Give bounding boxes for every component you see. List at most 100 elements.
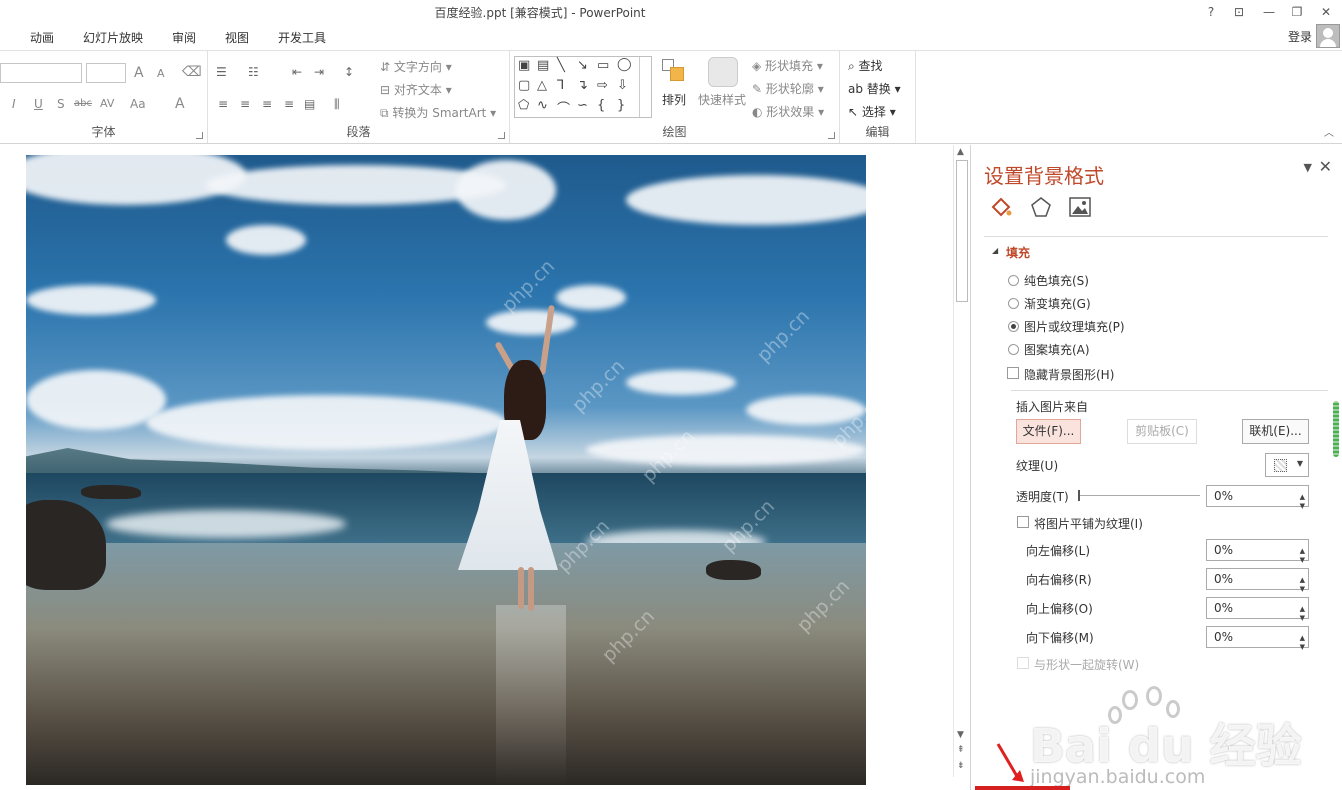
shapes-gallery[interactable]: ▣ ▤ ╲ ↘ ▭ ◯ ▢ △ ⅂ ↴ ⇨ ⇩ ⬠ ∿ ⌒ ∽ { }	[514, 56, 652, 118]
spin-down-icon[interactable]: ▼	[1300, 637, 1305, 657]
char-spacing-button[interactable]: AV	[100, 97, 114, 110]
login-link[interactable]: 登录	[1288, 28, 1312, 45]
gradient-fill-label[interactable]: 渐变填充(G)	[1024, 295, 1091, 312]
pane-options-icon[interactable]: ▼	[1304, 161, 1312, 174]
fill-tab-icon[interactable]	[989, 195, 1013, 219]
columns-icon[interactable]: ⫼	[334, 97, 340, 112]
underline-button[interactable]: U	[34, 97, 43, 111]
solid-fill-radio[interactable]	[1008, 275, 1019, 286]
triangle-shape-icon[interactable]: △	[537, 78, 547, 93]
elbow-arrow-shape-icon[interactable]: ↴	[577, 78, 588, 93]
restore-button[interactable]: ❐	[1283, 2, 1311, 22]
transparency-slider[interactable]	[1078, 490, 1200, 501]
shape-outline-button[interactable]: ✎ 形状轮廓 ▾	[752, 80, 824, 97]
next-slide-icon[interactable]: ⇟	[957, 761, 965, 771]
decrease-indent-icon[interactable]: ⇤	[292, 65, 302, 79]
grow-font-button[interactable]: A	[134, 65, 144, 81]
font-color-button[interactable]: A	[175, 96, 185, 112]
shrink-font-button[interactable]: A	[157, 67, 165, 80]
file-button[interactable]: 文件(F)...	[1016, 419, 1081, 444]
line-spacing-icon[interactable]: ↕	[344, 65, 354, 79]
rectangle-shape-icon[interactable]: ▭	[597, 58, 609, 73]
picture-fill-label[interactable]: 图片或纹理填充(P)	[1024, 318, 1125, 335]
bullets-icon[interactable]: ☰	[216, 65, 227, 79]
hide-background-label[interactable]: 隐藏背景图形(H)	[1024, 366, 1114, 383]
spin-down-icon[interactable]: ▼	[1300, 608, 1305, 628]
gradient-fill-radio[interactable]	[1008, 298, 1019, 309]
clear-format-icon[interactable]: ⌫	[182, 64, 202, 80]
font-dialog-launcher-icon[interactable]	[196, 132, 203, 139]
align-center-icon[interactable]: ≡	[240, 97, 250, 111]
effects-tab-icon[interactable]	[1029, 195, 1053, 219]
justify-icon[interactable]: ≡	[284, 97, 294, 111]
picture-fill-radio[interactable]	[1008, 321, 1019, 332]
tile-checkbox[interactable]	[1017, 516, 1029, 528]
italic-button[interactable]: I	[12, 97, 16, 111]
rotate-with-shape-checkbox[interactable]	[1017, 657, 1029, 669]
spin-down-icon[interactable]: ▼	[1300, 579, 1305, 599]
align-right-icon[interactable]: ≡	[262, 97, 272, 111]
tab-view[interactable]: 视图	[225, 29, 249, 46]
select-button[interactable]: ↖ 选择 ▾	[848, 103, 896, 120]
pane-close-icon[interactable]: ✕	[1319, 157, 1332, 176]
scroll-down-icon[interactable]: ▼	[957, 730, 964, 740]
help-button[interactable]: ?	[1197, 2, 1225, 22]
change-case-button[interactable]: Aa	[130, 97, 146, 111]
shapes-gallery-scroll[interactable]	[639, 57, 651, 117]
tab-review[interactable]: 审阅	[172, 29, 196, 46]
solid-fill-label[interactable]: 纯色填充(S)	[1024, 272, 1089, 289]
align-left-icon[interactable]: ≡	[218, 97, 228, 111]
avatar[interactable]	[1316, 24, 1340, 48]
font-name-select[interactable]	[0, 63, 82, 83]
arrange-button[interactable]: 排列	[662, 91, 686, 108]
arrow-line-shape-icon[interactable]: ↘	[577, 58, 588, 73]
drawing-dialog-launcher-icon[interactable]	[828, 132, 835, 139]
spin-down-icon[interactable]: ▼	[1300, 496, 1305, 516]
distributed-icon[interactable]: ▤	[304, 97, 315, 111]
clipboard-button[interactable]: 剪贴板(C)	[1127, 419, 1197, 444]
arc-shape-icon[interactable]: ⌒	[557, 98, 570, 117]
slide-canvas[interactable]: php.cn php.cn php.cn php.cn php.cn php.c…	[26, 155, 866, 785]
offset-bottom-input[interactable]: 0% ▲ ▼	[1206, 626, 1309, 651]
textbox-shape-icon[interactable]: ▣	[518, 58, 530, 73]
vertical-textbox-shape-icon[interactable]: ▤	[537, 58, 549, 73]
line-shape-icon[interactable]: ╲	[557, 58, 565, 73]
text-direction-button[interactable]: ⇵ 文字方向 ▾	[380, 58, 452, 75]
previous-slide-icon[interactable]: ⇞	[957, 745, 965, 755]
pane-scrollbar[interactable]	[1333, 401, 1339, 457]
scroll-thumb[interactable]	[956, 160, 968, 302]
strikethrough-button[interactable]: abc	[74, 98, 92, 109]
increase-indent-icon[interactable]: ⇥	[314, 65, 324, 79]
shape-fill-button[interactable]: ◈ 形状填充 ▾	[752, 57, 823, 74]
left-brace-shape-icon[interactable]: {	[597, 98, 605, 113]
ribbon-display-options-button[interactable]: ⊡	[1225, 2, 1253, 22]
offset-right-input[interactable]: 0% ▲ ▼	[1206, 568, 1309, 593]
online-button[interactable]: 联机(E)...	[1242, 419, 1309, 444]
tab-slideshow[interactable]: 幻灯片放映	[83, 29, 143, 46]
elbow-connector-shape-icon[interactable]: ⅂	[557, 78, 564, 93]
collapse-ribbon-icon[interactable]: ︿	[1324, 124, 1334, 139]
collapse-section-icon[interactable]: ◢	[992, 246, 998, 255]
pattern-fill-label[interactable]: 图案填充(A)	[1024, 341, 1090, 358]
find-button[interactable]: ⌕ 查找	[848, 57, 883, 74]
font-size-select[interactable]	[86, 63, 126, 83]
right-brace-shape-icon[interactable]: }	[617, 98, 625, 113]
tab-developer[interactable]: 开发工具	[278, 29, 326, 46]
align-text-button[interactable]: ⊟ 对齐文本 ▾	[380, 81, 452, 98]
convert-smartart-button[interactable]: ⧉ 转换为 SmartArt ▾	[380, 104, 496, 121]
rounded-rect-shape-icon[interactable]: ▢	[518, 78, 530, 93]
tile-label[interactable]: 将图片平铺为纹理(I)	[1034, 515, 1143, 532]
spin-down-icon[interactable]: ▼	[1300, 550, 1305, 570]
scroll-up-icon[interactable]: ▲	[957, 147, 964, 157]
paragraph-dialog-launcher-icon[interactable]	[498, 132, 505, 139]
pentagon-shape-icon[interactable]: ⬠	[518, 98, 529, 113]
shape-effects-button[interactable]: ◐ 形状效果 ▾	[752, 103, 824, 120]
minimize-button[interactable]: —	[1255, 2, 1283, 22]
transparency-input[interactable]: 0% ▲ ▼	[1206, 485, 1309, 510]
fill-section-header[interactable]: 填充	[1006, 244, 1030, 261]
numbering-icon[interactable]: ☷	[248, 65, 259, 79]
hide-background-checkbox[interactable]	[1007, 367, 1019, 379]
shadow-button[interactable]: S	[57, 97, 65, 111]
close-button[interactable]: ✕	[1312, 2, 1340, 22]
tab-animations[interactable]: 动画	[30, 29, 54, 46]
